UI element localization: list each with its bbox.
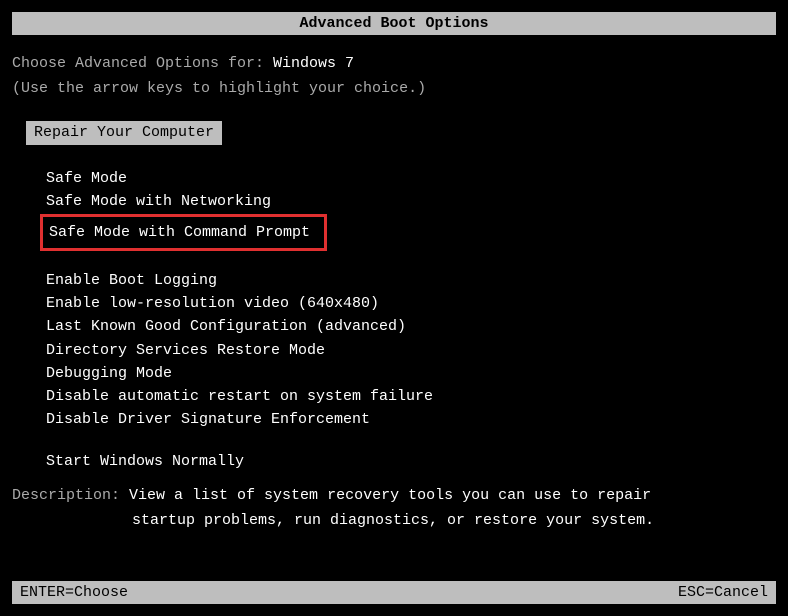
option-debugging-mode[interactable]: Debugging Mode [12,362,776,385]
footer-enter: ENTER=Choose [20,584,128,601]
option-repair-computer[interactable]: Repair Your Computer [12,121,776,149]
prompt-label: Choose Advanced Options for: [12,55,273,72]
screen-title: Advanced Boot Options [299,15,488,32]
option-safe-mode[interactable]: Safe Mode [12,167,776,190]
option-start-normally[interactable]: Start Windows Normally [12,450,776,473]
option-safe-mode-networking[interactable]: Safe Mode with Networking [12,190,776,213]
description-label: Description: [12,487,129,504]
option-boot-logging[interactable]: Enable Boot Logging [12,269,776,292]
title-bar: Advanced Boot Options [12,12,776,35]
option-low-res-video[interactable]: Enable low-resolution video (640x480) [12,292,776,315]
hint-line: (Use the arrow keys to highlight your ch… [12,78,776,99]
highlight-box: Safe Mode with Command Prompt [40,214,327,251]
prompt-line: Choose Advanced Options for: Windows 7 [12,53,776,74]
footer-bar: ENTER=Choose ESC=Cancel [12,581,776,604]
option-safe-mode-cmd[interactable]: Safe Mode with Command Prompt [12,214,776,251]
option-disable-auto-restart[interactable]: Disable automatic restart on system fail… [12,385,776,408]
description-text-1: View a list of system recovery tools you… [129,487,651,504]
footer-esc: ESC=Cancel [678,584,768,601]
option-disable-driver-sig[interactable]: Disable Driver Signature Enforcement [12,408,776,431]
os-name: Windows 7 [273,55,354,72]
description-block: Description: View a list of system recov… [12,485,776,533]
description-text-2: startup problems, run diagnostics, or re… [132,510,776,533]
selected-option-label: Repair Your Computer [26,121,222,145]
option-directory-services[interactable]: Directory Services Restore Mode [12,339,776,362]
option-last-known-good[interactable]: Last Known Good Configuration (advanced) [12,315,776,338]
